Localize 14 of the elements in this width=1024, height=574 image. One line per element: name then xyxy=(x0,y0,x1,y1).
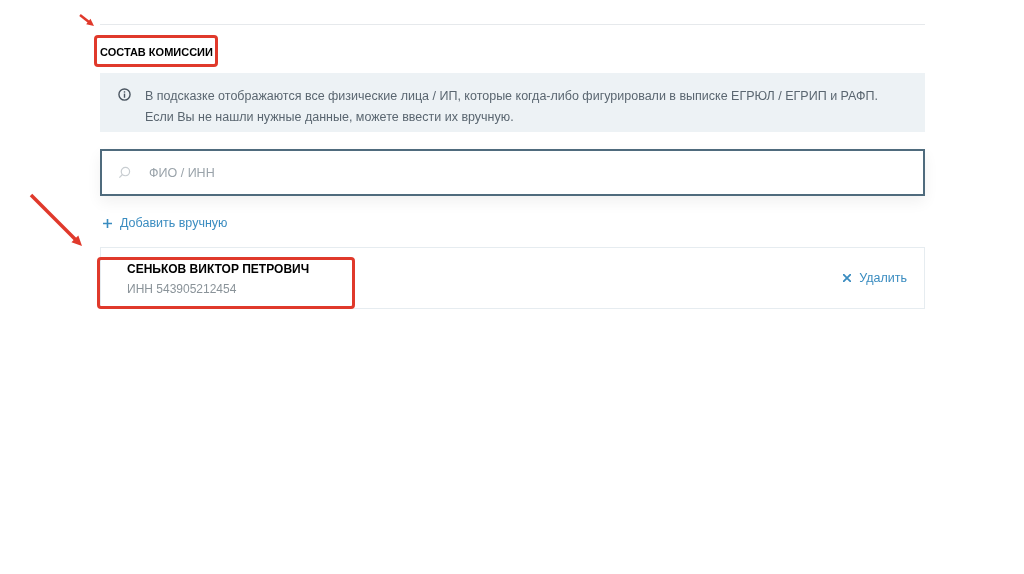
info-text: В подсказке отображаются все физические лица / ИП, которые когда-либо фигурировали в выписке ЕГРЮЛ / ЕГРИП и РАФП. xyxy=(145,88,878,105)
member-name: СЕНЬКОВ ВИКТОР ПЕТРОВИЧ xyxy=(127,260,310,278)
annotation-arrow xyxy=(29,193,82,246)
member-inn: ИНН 543905212454 xyxy=(127,280,238,298)
add-manually-link[interactable]: Добавить вручную xyxy=(103,214,228,233)
remove-button[interactable]: Удалить xyxy=(843,268,907,288)
search-field[interactable]: ФИО / ИНН xyxy=(100,149,925,196)
section-title: СОСТАВ КОМИССИИ xyxy=(100,45,214,59)
search-icon xyxy=(118,166,131,179)
info-text: Если Вы не нашли нужные данные, можете ввести их вручную. xyxy=(145,109,515,126)
plus-icon xyxy=(103,218,112,228)
annotation-arrow xyxy=(79,14,94,26)
info-icon xyxy=(118,88,131,101)
close-icon xyxy=(843,273,852,282)
